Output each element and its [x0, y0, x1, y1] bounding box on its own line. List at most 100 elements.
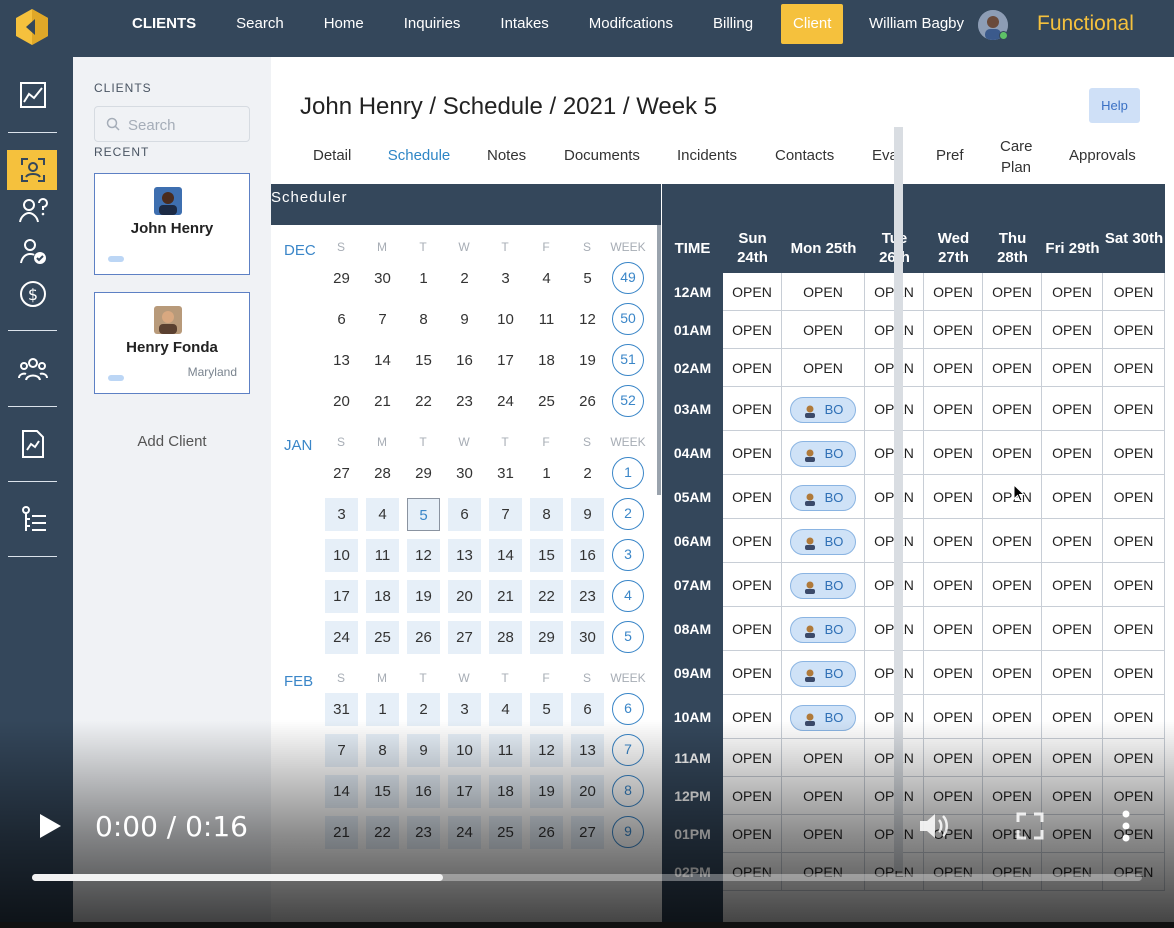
open-slot-cell[interactable]: OPEN — [983, 349, 1042, 387]
open-slot-cell[interactable]: OPEN — [1103, 607, 1165, 651]
user-name[interactable]: William Bagby — [869, 15, 964, 32]
calendar-day[interactable]: 15 — [407, 344, 440, 377]
play-icon[interactable] — [38, 813, 62, 839]
open-slot-cell[interactable]: OPEN — [723, 815, 782, 853]
tab-schedule[interactable]: Schedule — [376, 147, 462, 189]
calendar-day[interactable]: 24 — [325, 621, 358, 654]
calendar-day[interactable]: 21 — [366, 385, 399, 418]
calendar-day[interactable]: 9 — [407, 734, 440, 767]
settings-tree-icon[interactable] — [18, 504, 48, 534]
open-slot-cell[interactable]: OPEN — [1103, 815, 1165, 853]
calendar-day[interactable]: 4 — [530, 262, 563, 295]
open-slot-cell[interactable]: OPEN — [983, 777, 1042, 815]
nav-billing[interactable]: Billing — [693, 0, 773, 48]
open-slot-cell[interactable]: OPEN — [782, 349, 865, 387]
calendar-day[interactable]: 7 — [489, 498, 522, 531]
nav-search[interactable]: Search — [216, 0, 304, 48]
calendar-day[interactable]: 15 — [530, 539, 563, 572]
booked-slot-cell[interactable]: BO — [782, 519, 865, 563]
open-slot-cell[interactable]: OPEN — [924, 651, 983, 695]
volume-icon[interactable] — [918, 811, 950, 841]
week-number[interactable]: 2 — [612, 498, 644, 530]
calendar-day[interactable]: 22 — [530, 580, 563, 613]
open-slot-cell[interactable]: OPEN — [723, 695, 782, 739]
booked-slot-cell[interactable]: BO — [782, 651, 865, 695]
calendar-scrollbar[interactable] — [657, 225, 661, 495]
client-card[interactable]: Henry Fonda Maryland — [94, 292, 250, 394]
nav-inquiries[interactable]: Inquiries — [384, 0, 481, 48]
calendar-day[interactable]: 29 — [325, 262, 358, 295]
calendar-day[interactable]: 25 — [366, 621, 399, 654]
calendar-day[interactable]: 31 — [325, 693, 358, 726]
calendar-day[interactable]: 1 — [407, 262, 440, 295]
calendar-day[interactable]: 8 — [530, 498, 563, 531]
open-slot-cell[interactable]: OPEN — [983, 273, 1042, 311]
open-slot-cell[interactable]: OPEN — [983, 563, 1042, 607]
calendar-day[interactable]: 14 — [325, 775, 358, 808]
calendar-day[interactable]: 27 — [448, 621, 481, 654]
open-slot-cell[interactable]: OPEN — [924, 475, 983, 519]
open-slot-cell[interactable]: OPEN — [983, 651, 1042, 695]
fullscreen-icon[interactable] — [1016, 812, 1044, 840]
calendar-day[interactable]: 13 — [448, 539, 481, 572]
calendar-day[interactable]: 26 — [571, 385, 604, 418]
tab-incidents[interactable]: Incidents — [677, 147, 737, 189]
open-slot-cell[interactable]: OPEN — [1042, 311, 1103, 349]
calendar-day[interactable]: 19 — [571, 344, 604, 377]
calendar-day[interactable]: 23 — [448, 385, 481, 418]
open-slot-cell[interactable]: OPEN — [1103, 431, 1165, 475]
calendar-day[interactable]: 16 — [571, 539, 604, 572]
nav-home[interactable]: Home — [304, 0, 384, 48]
open-slot-cell[interactable]: OPEN — [723, 431, 782, 475]
booking-chip[interactable]: BO — [790, 573, 856, 599]
booking-chip[interactable]: BO — [790, 529, 856, 555]
open-slot-cell[interactable]: OPEN — [723, 651, 782, 695]
calendar-day[interactable]: 22 — [407, 385, 440, 418]
calendar-day[interactable]: 28 — [489, 621, 522, 654]
calendar-day[interactable]: 8 — [407, 303, 440, 336]
client-question-icon[interactable] — [18, 195, 48, 225]
open-slot-cell[interactable]: OPEN — [924, 431, 983, 475]
open-slot-cell[interactable]: OPEN — [983, 853, 1042, 891]
booking-chip[interactable]: BO — [790, 441, 856, 467]
calendar-day[interactable]: 5 — [407, 498, 440, 531]
calendar-day[interactable]: 11 — [530, 303, 563, 336]
open-slot-cell[interactable]: OPEN — [1103, 273, 1165, 311]
calendar-day[interactable]: 2 — [448, 262, 481, 295]
group-icon[interactable] — [18, 354, 48, 384]
open-slot-cell[interactable]: OPEN — [1103, 311, 1165, 349]
booked-slot-cell[interactable]: BO — [782, 607, 865, 651]
calendar-day[interactable]: 27 — [571, 816, 604, 849]
open-slot-cell[interactable]: OPEN — [924, 387, 983, 431]
open-slot-cell[interactable]: OPEN — [723, 853, 782, 891]
week-number[interactable]: 8 — [612, 775, 644, 807]
open-slot-cell[interactable]: OPEN — [782, 777, 865, 815]
calendar-day[interactable]: 19 — [530, 775, 563, 808]
open-slot-cell[interactable]: OPEN — [1103, 563, 1165, 607]
calendar-day[interactable]: 17 — [325, 580, 358, 613]
open-slot-cell[interactable]: OPEN — [723, 273, 782, 311]
calendar-day[interactable]: 17 — [489, 344, 522, 377]
tab-contacts[interactable]: Contacts — [775, 147, 834, 189]
calendar-day[interactable]: 10 — [325, 539, 358, 572]
booking-chip[interactable]: BO — [790, 661, 856, 687]
calendar-day[interactable]: 2 — [571, 457, 604, 490]
calendar-day[interactable]: 20 — [325, 385, 358, 418]
open-slot-cell[interactable]: OPEN — [1042, 273, 1103, 311]
open-slot-cell[interactable]: OPEN — [782, 815, 865, 853]
calendar-day[interactable]: 6 — [325, 303, 358, 336]
open-slot-cell[interactable]: OPEN — [1042, 695, 1103, 739]
booked-slot-cell[interactable]: BO — [782, 431, 865, 475]
open-slot-cell[interactable]: OPEN — [924, 273, 983, 311]
calendar-day[interactable]: 26 — [530, 816, 563, 849]
week-number[interactable]: 4 — [612, 580, 644, 612]
open-slot-cell[interactable]: OPEN — [1042, 739, 1103, 777]
calendar-day[interactable]: 3 — [489, 262, 522, 295]
calendar-day[interactable]: 1 — [530, 457, 563, 490]
calendar-day[interactable]: 12 — [571, 303, 604, 336]
app-logo-icon[interactable] — [15, 8, 49, 46]
open-slot-cell[interactable]: OPEN — [782, 311, 865, 349]
booked-slot-cell[interactable]: BO — [782, 695, 865, 739]
client-check-icon[interactable] — [18, 236, 48, 266]
calendar-day[interactable]: 16 — [407, 775, 440, 808]
